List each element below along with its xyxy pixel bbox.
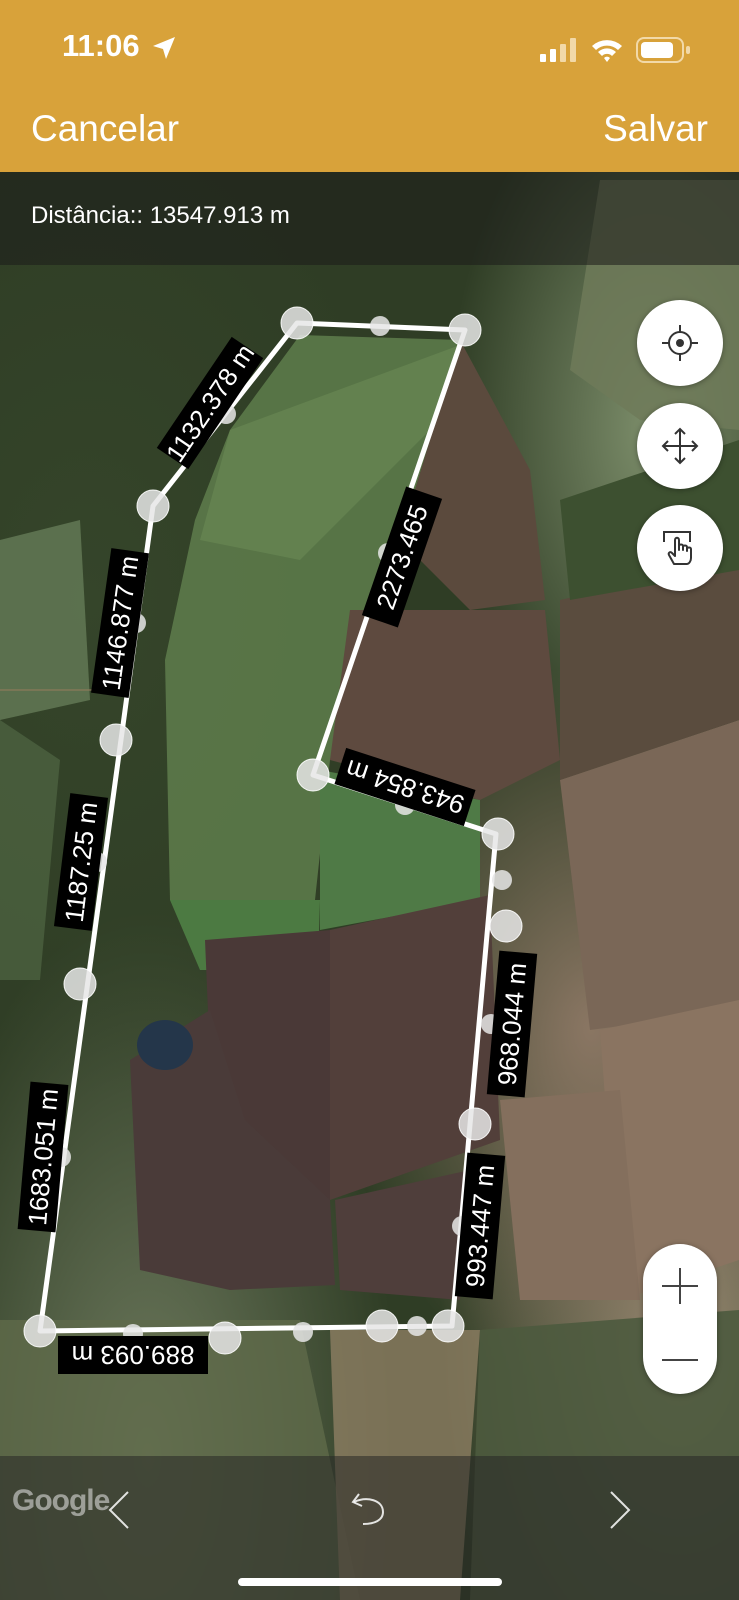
segment-label: 2273.465 — [361, 486, 443, 628]
google-attribution: Google — [12, 1484, 110, 1517]
vertex-handle[interactable] — [280, 306, 314, 340]
midpoint-handle[interactable] — [293, 1322, 313, 1342]
measurement-overlay[interactable]: 1132.378 m 2273.465 1146.877 m 943.854 m… — [0, 0, 739, 1600]
plus-icon — [662, 1268, 698, 1304]
move-arrows-icon — [661, 427, 699, 465]
zoom-out-button[interactable] — [643, 1319, 717, 1394]
segment-label: 968.044 m — [486, 950, 538, 1098]
vertex-handle[interactable] — [458, 1107, 492, 1141]
location-target-icon — [662, 325, 698, 361]
chevron-right-icon[interactable] — [605, 1488, 635, 1532]
segment-length: 1132.378 m — [160, 338, 261, 467]
midpoint-handle[interactable] — [407, 1316, 427, 1336]
segment-length: 889.093 m — [72, 1340, 195, 1370]
measured-area-outline — [37, 320, 499, 1334]
segment-label: 993.447 m — [454, 1152, 506, 1300]
segment-label: 889.093 m — [58, 1336, 208, 1374]
undo-icon[interactable] — [349, 1486, 389, 1528]
segment-label: 1683.051 m — [17, 1081, 69, 1233]
minus-icon — [662, 1359, 698, 1361]
midpoint-handles[interactable] — [51, 316, 512, 1344]
midpoint-handle[interactable] — [492, 870, 512, 890]
vertex-handle[interactable] — [136, 489, 170, 523]
vertex-handle[interactable] — [99, 723, 133, 757]
vertex-handle[interactable] — [489, 909, 523, 943]
pan-mode-button[interactable] — [637, 403, 723, 489]
vertex-handle[interactable] — [431, 1309, 465, 1343]
vertex-handle[interactable] — [296, 758, 330, 792]
midpoint-handle[interactable] — [370, 316, 390, 336]
vertex-handle[interactable] — [208, 1321, 242, 1355]
zoom-in-button[interactable] — [643, 1244, 717, 1319]
touch-hand-icon — [663, 531, 692, 565]
tap-mode-button[interactable] — [637, 505, 723, 591]
vertex-handle[interactable] — [448, 313, 482, 347]
home-indicator — [238, 1578, 502, 1586]
chevron-left-icon[interactable] — [104, 1488, 134, 1532]
vertex-handle[interactable] — [23, 1314, 57, 1348]
vertex-handle[interactable] — [63, 967, 97, 1001]
my-location-button[interactable] — [637, 300, 723, 386]
vertex-handle[interactable] — [365, 1309, 399, 1343]
segment-label: 1132.378 m — [156, 336, 264, 470]
vertex-handle[interactable] — [481, 817, 515, 851]
zoom-control — [643, 1244, 717, 1394]
